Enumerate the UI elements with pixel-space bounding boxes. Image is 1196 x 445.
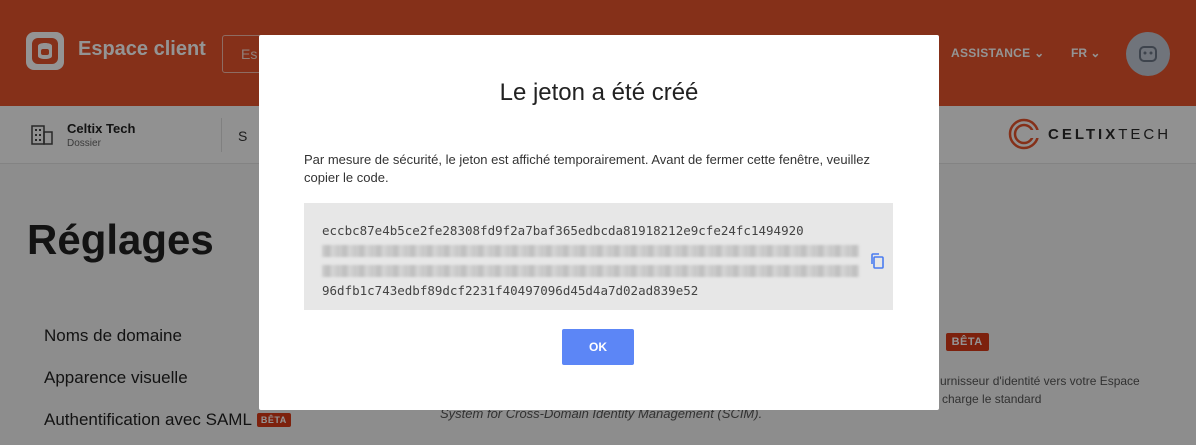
token-line-redacted: [322, 261, 859, 281]
dialog-title: Le jeton a été créé: [499, 79, 699, 106]
copy-icon[interactable]: [870, 253, 884, 269]
ok-button[interactable]: OK: [562, 329, 634, 365]
token-line: eccbc87e4b5ce2fe28308fd9f2a7baf365edbcda…: [322, 223, 804, 238]
token-line: 96dfb1c743edbf89dcf2231f40497096d45d4a7d…: [322, 283, 699, 298]
token-display[interactable]: eccbc87e4b5ce2fe28308fd9f2a7baf365edbcda…: [304, 203, 893, 310]
token-created-dialog: Le jeton a été créé Par mesure de sécuri…: [259, 35, 939, 410]
token-text[interactable]: eccbc87e4b5ce2fe28308fd9f2a7baf365edbcda…: [322, 221, 859, 301]
token-line-redacted: [322, 241, 859, 261]
dialog-message: Par mesure de sécurité, le jeton est aff…: [304, 152, 871, 185]
